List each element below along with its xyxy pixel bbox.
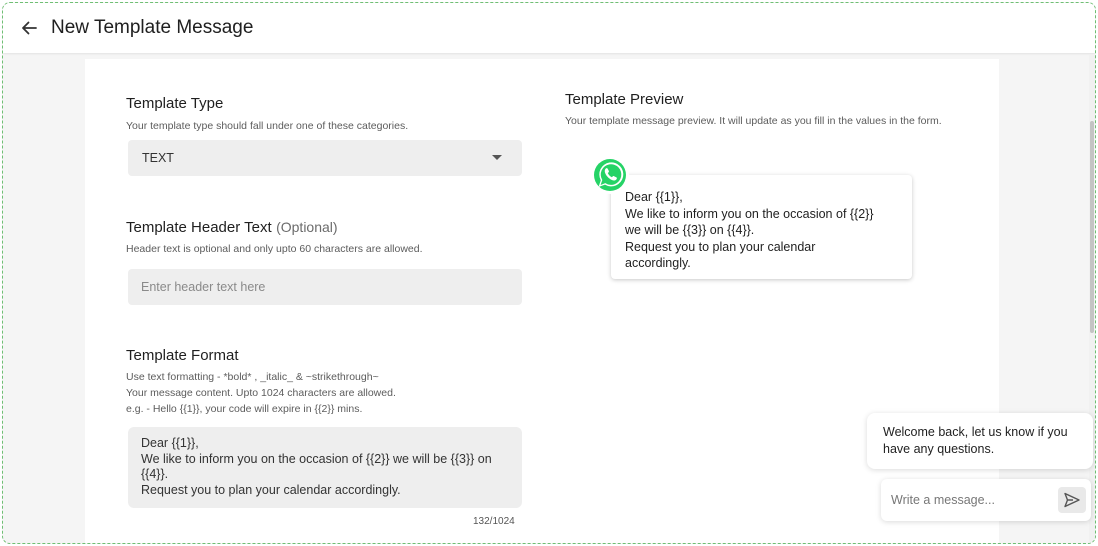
template-format-title: Template Format <box>126 347 239 364</box>
optional-label: (Optional) <box>276 219 338 235</box>
app-window: New Template Message Template Type Your … <box>2 2 1096 544</box>
template-type-section: Template Type <box>126 95 223 112</box>
preview-helper: Your template message preview. It will u… <box>565 115 942 127</box>
header-text-section: Template Header Text (Optional) <box>126 219 338 237</box>
template-type-helper: Your template type should fall under one… <box>126 120 409 132</box>
page-scrollbar-thumb[interactable] <box>1090 121 1094 333</box>
template-type-select[interactable]: TEXT <box>128 140 522 176</box>
template-format-helper-3: e.g. - Hello {{1}}, your code will expir… <box>126 403 363 415</box>
form-card: Template Type Your template type should … <box>85 59 999 543</box>
caret-down-icon <box>492 155 502 160</box>
template-format-helper-2: Your message content. Upto 1024 characte… <box>126 387 396 399</box>
preview-title: Template Preview <box>565 91 684 108</box>
preview-message-bubble: Dear {{1}}, We like to inform you on the… <box>611 175 912 279</box>
send-button[interactable] <box>1058 487 1086 513</box>
chat-message-input[interactable] <box>881 479 1056 521</box>
top-bar: New Template Message <box>3 3 1095 53</box>
arrow-left-icon <box>22 21 37 35</box>
character-counter: 132/1024 <box>473 516 515 527</box>
chat-input-box <box>881 479 1091 521</box>
page-title: New Template Message <box>51 17 254 38</box>
header-text-input[interactable] <box>128 269 522 305</box>
header-text-helper: Header text is optional and only upto 60… <box>126 243 423 255</box>
back-button[interactable] <box>17 16 41 40</box>
whatsapp-icon <box>590 155 630 195</box>
header-text-title: Template Header Text <box>126 219 272 236</box>
template-format-section: Template Format <box>126 347 239 364</box>
preview-section: Template Preview <box>565 91 683 108</box>
template-type-title: Template Type <box>126 95 224 112</box>
template-type-value: TEXT <box>142 151 174 165</box>
template-format-textarea[interactable]: Dear {{1}}, We like to inform you on the… <box>128 427 522 508</box>
template-format-helper-1: Use text formatting - *bold* , _italic_ … <box>126 371 379 383</box>
chat-welcome-message: Welcome back, let us know if you have an… <box>867 413 1093 469</box>
send-icon <box>1064 492 1080 508</box>
